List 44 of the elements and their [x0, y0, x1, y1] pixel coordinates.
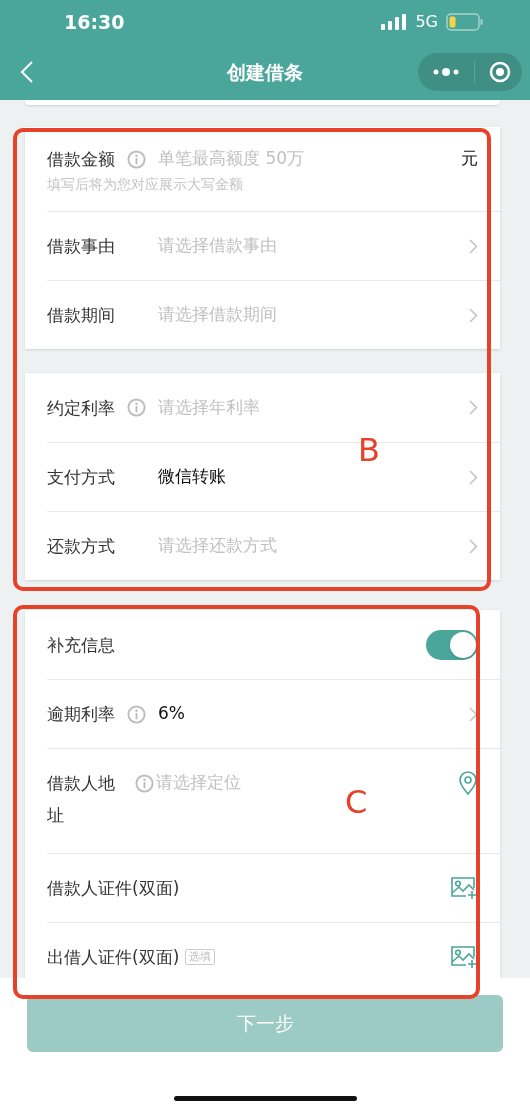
chevron-right-icon [469, 238, 478, 254]
page-title: 创建借条 [227, 59, 303, 85]
field-label: 借款期间 [47, 304, 116, 327]
chevron-right-icon [469, 469, 478, 485]
network-label: 5G [415, 11, 438, 33]
location-pin-icon[interactable] [458, 770, 478, 796]
target-icon[interactable] [489, 61, 511, 83]
chevron-right-icon [469, 706, 478, 722]
add-image-icon[interactable] [450, 945, 478, 969]
capsule-menu[interactable] [418, 53, 522, 91]
unit-label: 元 [461, 147, 478, 171]
field-label: 借款人证件(双面) [47, 877, 180, 900]
field-placeholder: 请选择定位 [156, 771, 241, 795]
toggle-switch[interactable] [426, 629, 478, 660]
optional-tag: 选填 [185, 949, 216, 965]
amount-hint: 填写后将为您对应展示大写金额 [47, 175, 244, 193]
field-label: 逾期利率 [47, 703, 116, 726]
field-label: 出借人证件(双面) [47, 946, 180, 969]
more-icon[interactable] [432, 67, 460, 77]
select-field[interactable]: 请选择年利率 [158, 394, 260, 421]
field-label: 还款方式 [47, 535, 116, 558]
chevron-right-icon [469, 538, 478, 554]
battery-icon [446, 13, 484, 31]
select-field[interactable]: 6% [158, 701, 185, 727]
annotation-label: B [358, 430, 380, 470]
field-label: 借款金额 [47, 148, 116, 171]
select-field[interactable]: 请选择还款方式 [158, 533, 277, 559]
chevron-right-icon [469, 307, 478, 323]
select-field[interactable]: 请选择借款期间 [158, 302, 277, 328]
field-label: 补充信息 [47, 633, 115, 657]
field-label: 借款事由 [47, 235, 116, 258]
signal-icon [381, 14, 408, 30]
chevron-right-icon [469, 400, 478, 415]
field-label: 借款人地址 [47, 772, 116, 827]
select-field[interactable]: 微信转账 [158, 464, 226, 490]
add-image-icon[interactable] [450, 876, 478, 900]
field-label: 约定利率 [47, 396, 116, 420]
field-placeholder: 单笔最高额度 50万 [158, 147, 305, 171]
field-label: 支付方式 [47, 466, 116, 489]
amount-input-field[interactable]: 单笔最高额度 50万 [158, 146, 461, 172]
annotation-label: C [345, 782, 368, 822]
status-time: 16:30 [64, 9, 125, 35]
select-field[interactable]: 请选择借款事由 [158, 233, 277, 259]
back-icon[interactable] [20, 61, 34, 83]
